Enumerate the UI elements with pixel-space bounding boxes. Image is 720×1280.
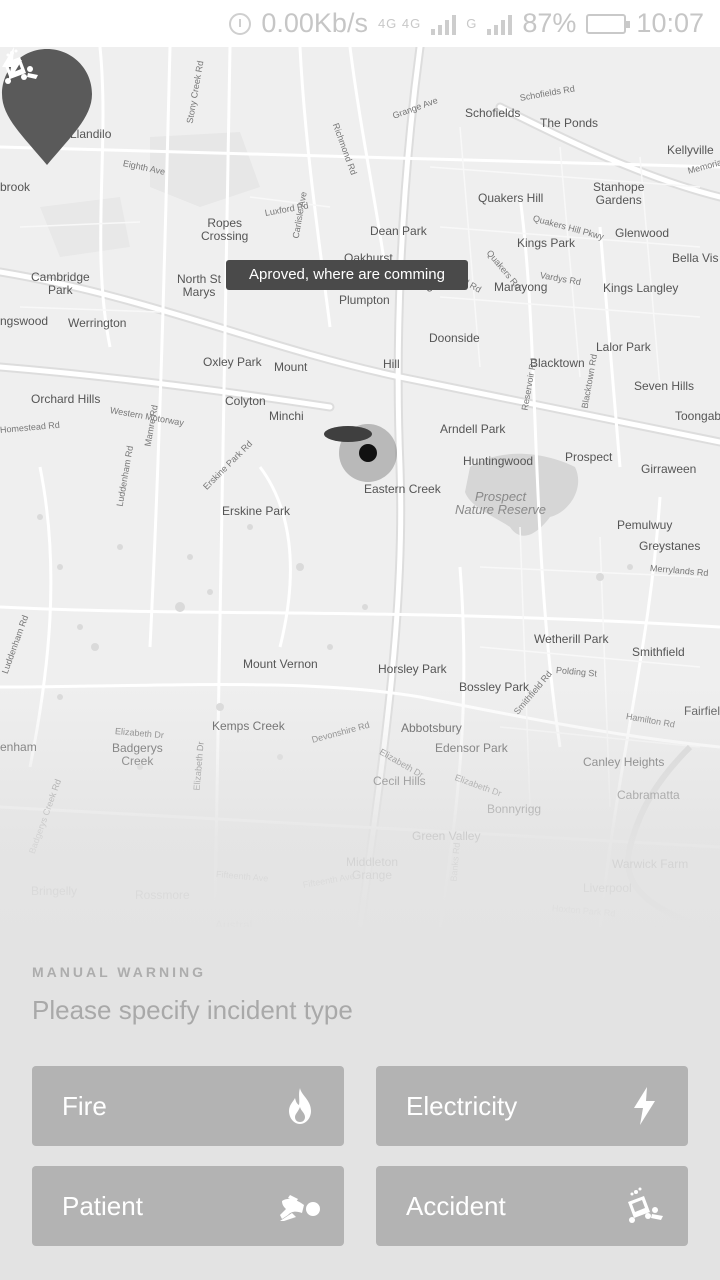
network-type-2: G	[466, 16, 478, 31]
map-place-label: brook	[0, 180, 31, 194]
incident-panel: MANUAL WARNING Please specify incident t…	[0, 927, 720, 1280]
pin-shadow	[324, 426, 372, 442]
signal-strength-1-icon	[431, 13, 457, 35]
fire-button[interactable]: Fire	[32, 1066, 344, 1146]
map-place-label: Eastern Creek	[364, 482, 441, 496]
map-place-label: North St Marys	[177, 272, 222, 299]
map-place-label: Prospect Nature Reserve	[455, 489, 547, 517]
map-place-label: Doonside	[429, 331, 480, 345]
current-location-dot	[359, 444, 377, 462]
map-place-label: Prospect	[565, 450, 613, 464]
map-place-label: Oxley Park	[203, 355, 262, 369]
map-place-label: Glenwood	[615, 226, 670, 240]
map-place-label: Quakers Hill	[478, 191, 544, 205]
lightning-bolt-icon	[2, 47, 22, 83]
panel-eyebrow: MANUAL WARNING	[32, 964, 206, 980]
map-place-label: Kellyville	[667, 143, 714, 157]
map-place-label: Mount Vernon	[243, 657, 318, 671]
map-place-label: Greystanes	[639, 539, 701, 553]
map-place-label: Hill	[383, 357, 400, 371]
map-place-label: Pemulwuy	[617, 518, 673, 532]
status-tooltip: Aproved, where are comming	[226, 260, 468, 290]
map-place-label: Bella Vis	[672, 251, 719, 265]
map-place-label: Kings Langley	[603, 281, 679, 295]
signal-strength-2-icon	[487, 13, 513, 35]
map-place-label: Mount	[274, 360, 308, 374]
patient-button-label: Patient	[62, 1190, 143, 1221]
alarm-clock-icon	[229, 12, 252, 35]
map-fade-overlay	[0, 687, 720, 927]
map-place-label: Dean Park	[370, 224, 427, 238]
map-place-label: Kings Park	[517, 236, 576, 250]
map-place-label: The Ponds	[540, 116, 599, 130]
map-place-label: Toongab	[675, 409, 720, 423]
map-place-label: ngswood	[0, 314, 49, 328]
map-place-label: Werrington	[68, 316, 127, 330]
clock: 10:07	[636, 8, 704, 38]
network-type-1: 4G 4G	[377, 16, 422, 31]
patient-button[interactable]: Patient	[32, 1166, 344, 1246]
map-place-label: Horsley Park	[378, 662, 447, 676]
accident-button-label: Accident	[406, 1190, 506, 1221]
lightning-bolt-icon	[622, 1084, 666, 1128]
network-speed: 0.00Kb/s	[261, 8, 368, 38]
map-place-label: Orchard Hills	[31, 392, 101, 406]
battery-percent: 87%	[522, 8, 577, 38]
map-place-label: Wetherill Park	[534, 632, 609, 646]
map-view[interactable]: Llandilo Schofields The Ponds Kellyville bro…	[0, 47, 720, 927]
map-place-label: Schofields	[465, 106, 521, 120]
car-accident-icon	[622, 1184, 666, 1228]
map-place-label: Cambridge Park	[31, 270, 90, 297]
map-place-label: Colyton	[225, 394, 266, 408]
flame-icon	[278, 1084, 322, 1128]
map-place-label: Smithfield	[632, 645, 685, 659]
patient-lying-icon	[278, 1184, 322, 1228]
status-bar: 0.00Kb/s 4G 4G G 87% 10:07	[0, 0, 720, 47]
map-place-label: Arndell Park	[440, 422, 506, 436]
map-place-label: Erskine Park	[222, 504, 291, 518]
map-place-label: Ropes Crossing	[201, 216, 249, 243]
battery-icon	[586, 13, 631, 34]
map-place-label: Plumpton	[339, 293, 390, 307]
map-place-label: Seven Hills	[634, 379, 695, 393]
map-place-label: Lalor Park	[596, 340, 651, 354]
electricity-button[interactable]: Electricity	[376, 1066, 688, 1146]
electricity-button-label: Electricity	[406, 1090, 518, 1121]
fire-button-label: Fire	[62, 1090, 107, 1121]
panel-prompt: Please specify incident type	[32, 995, 353, 1025]
map-place-label: Huntingwood	[463, 454, 534, 468]
map-place-label: Stanhope Gardens	[593, 180, 645, 207]
accident-button[interactable]: Accident	[376, 1166, 688, 1246]
map-place-label: Girraween	[641, 462, 697, 476]
map-place-label: Minchi	[269, 409, 304, 423]
